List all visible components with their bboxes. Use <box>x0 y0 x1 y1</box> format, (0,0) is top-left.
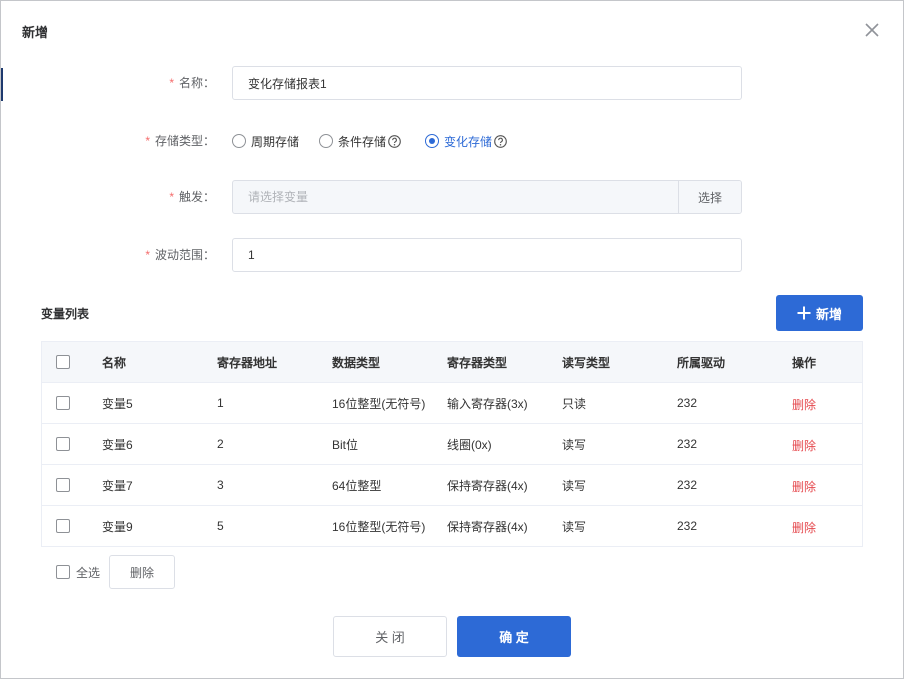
cell-data-type: Bit位 <box>332 437 359 452</box>
cell-driver: 232 <box>677 478 698 492</box>
radio-conditional-storage[interactable]: 条件存储 <box>319 131 401 151</box>
radio-circle[interactable] <box>232 134 246 148</box>
required-mark: * <box>169 76 174 90</box>
fluctuation-range-label: * 波动范围： <box>41 238 215 272</box>
checkbox-cell <box>42 506 102 546</box>
table-header: 名称 寄存器地址 数据类型 寄存器类型 读写类型 所属驱动 操作 <box>42 342 862 383</box>
checkbox-cell <box>42 424 102 464</box>
select-all-label[interactable]: 全选 <box>76 564 100 581</box>
radio-circle[interactable] <box>319 134 333 148</box>
checkbox-cell <box>42 342 102 382</box>
question-circle-icon[interactable] <box>494 134 507 148</box>
cell-access-type: 读写 <box>562 437 587 452</box>
cell-data-type: 16位整型(无符号) <box>332 396 426 411</box>
background-window-edge <box>1 68 3 101</box>
checkbox-cell <box>42 383 102 423</box>
cell-register-type: 保持寄存器(4x) <box>447 519 528 534</box>
variable-table: 名称 寄存器地址 数据类型 寄存器类型 读写类型 所属驱动 操作 变量5 1 1… <box>41 341 863 547</box>
header-select-checkbox[interactable] <box>56 355 70 369</box>
required-mark: * <box>169 190 174 204</box>
cell-access-type: 读写 <box>562 519 587 534</box>
column-header-register-address: 寄存器地址 <box>217 355 278 370</box>
radio-label[interactable]: 条件存储 <box>338 133 386 150</box>
close-icon[interactable] <box>864 22 880 38</box>
cell-driver: 232 <box>677 437 698 451</box>
column-header-data-type: 数据类型 <box>332 355 381 370</box>
row-checkbox[interactable] <box>56 478 70 492</box>
add-variable-button[interactable]: 新增 <box>776 295 863 331</box>
delete-row-link[interactable]: 删除 <box>792 476 816 495</box>
name-label: * 名称： <box>41 66 215 100</box>
row-checkbox[interactable] <box>56 396 70 410</box>
cell-register-type: 输入寄存器(3x) <box>447 396 528 411</box>
cell-register-address: 1 <box>217 396 224 410</box>
table-row: 变量5 1 16位整型(无符号) 输入寄存器(3x) 只读 232 删除 <box>42 383 862 424</box>
cell-register-type: 线圈(0x) <box>447 437 492 452</box>
trigger-label-text: 触发： <box>178 190 215 204</box>
dialog-title: 新增 <box>22 25 49 40</box>
cell-register-type: 保持寄存器(4x) <box>447 478 528 493</box>
cell-data-type: 16位整型(无符号) <box>332 519 426 534</box>
checkbox-cell <box>42 465 102 505</box>
delete-row-link[interactable]: 删除 <box>792 517 816 536</box>
cell-register-address: 5 <box>217 519 224 533</box>
radio-label[interactable]: 周期存储 <box>251 133 299 150</box>
variable-list-title: 变量列表 <box>41 307 90 321</box>
required-mark: * <box>145 248 150 262</box>
select-all-checkbox[interactable] <box>56 565 70 579</box>
storage-type-label: * 存储类型： <box>41 131 215 151</box>
radio-label[interactable]: 变化存储 <box>444 133 492 150</box>
column-header-driver: 所属驱动 <box>677 355 726 370</box>
trigger-field: 选择 <box>232 180 742 214</box>
radio-change-storage[interactable]: 变化存储 <box>425 131 507 151</box>
column-header-register-type: 寄存器类型 <box>447 355 508 370</box>
cell-driver: 232 <box>677 396 698 410</box>
radio-periodic-storage[interactable]: 周期存储 <box>232 131 299 151</box>
fluctuation-range-input[interactable] <box>232 238 742 272</box>
question-circle-icon[interactable] <box>388 134 401 148</box>
trigger-variable-input <box>233 181 678 213</box>
cell-name: 变量9 <box>102 519 133 534</box>
close-button[interactable]: 关 闭 <box>333 616 447 657</box>
delete-row-link[interactable]: 删除 <box>792 394 816 413</box>
cell-register-address: 3 <box>217 478 224 492</box>
cell-actions: 删除 <box>792 506 862 546</box>
add-variable-label[interactable]: 新增 <box>816 304 842 323</box>
trigger-label: * 触发： <box>41 180 215 214</box>
select-all-toggle[interactable]: 全选 <box>56 564 100 580</box>
cell-register-address: 2 <box>217 437 224 451</box>
name-input[interactable] <box>232 66 742 100</box>
cell-name: 变量5 <box>102 396 133 411</box>
column-header-name: 名称 <box>102 355 127 370</box>
batch-delete-button[interactable]: 删除 <box>109 555 175 589</box>
cell-actions: 删除 <box>792 465 862 505</box>
cell-access-type: 读写 <box>562 478 587 493</box>
select-variable-button[interactable]: 选择 <box>678 181 741 213</box>
required-mark: * <box>145 134 150 148</box>
plus-icon <box>797 306 811 320</box>
table-row: 变量6 2 Bit位 线圈(0x) 读写 232 删除 <box>42 424 862 465</box>
fluctuation-range-label-text: 波动范围： <box>154 248 215 262</box>
row-checkbox[interactable] <box>56 519 70 533</box>
cell-actions: 删除 <box>792 424 862 464</box>
cell-access-type: 只读 <box>562 396 587 411</box>
delete-row-link[interactable]: 删除 <box>792 435 816 454</box>
cell-name: 变量7 <box>102 478 133 493</box>
cell-name: 变量6 <box>102 437 133 452</box>
column-header-actions: 操作 <box>792 355 817 370</box>
storage-type-label-text: 存储类型： <box>154 134 215 148</box>
column-header-access-type: 读写类型 <box>562 355 611 370</box>
confirm-button[interactable]: 确 定 <box>457 616 571 657</box>
name-label-text: 名称： <box>178 76 215 90</box>
cell-actions: 删除 <box>792 383 862 423</box>
table-row: 变量9 5 16位整型(无符号) 保持寄存器(4x) 读写 232 删除 <box>42 506 862 547</box>
table-row: 变量7 3 64位整型 保持寄存器(4x) 读写 232 删除 <box>42 465 862 506</box>
cell-data-type: 64位整型 <box>332 478 382 493</box>
row-checkbox[interactable] <box>56 437 70 451</box>
add-report-dialog: 新增 * 名称： * 存储类型： 周期存储 条件存储 变化存储 * 触发： <box>0 0 904 679</box>
cell-driver: 232 <box>677 519 698 533</box>
radio-circle[interactable] <box>425 134 439 148</box>
